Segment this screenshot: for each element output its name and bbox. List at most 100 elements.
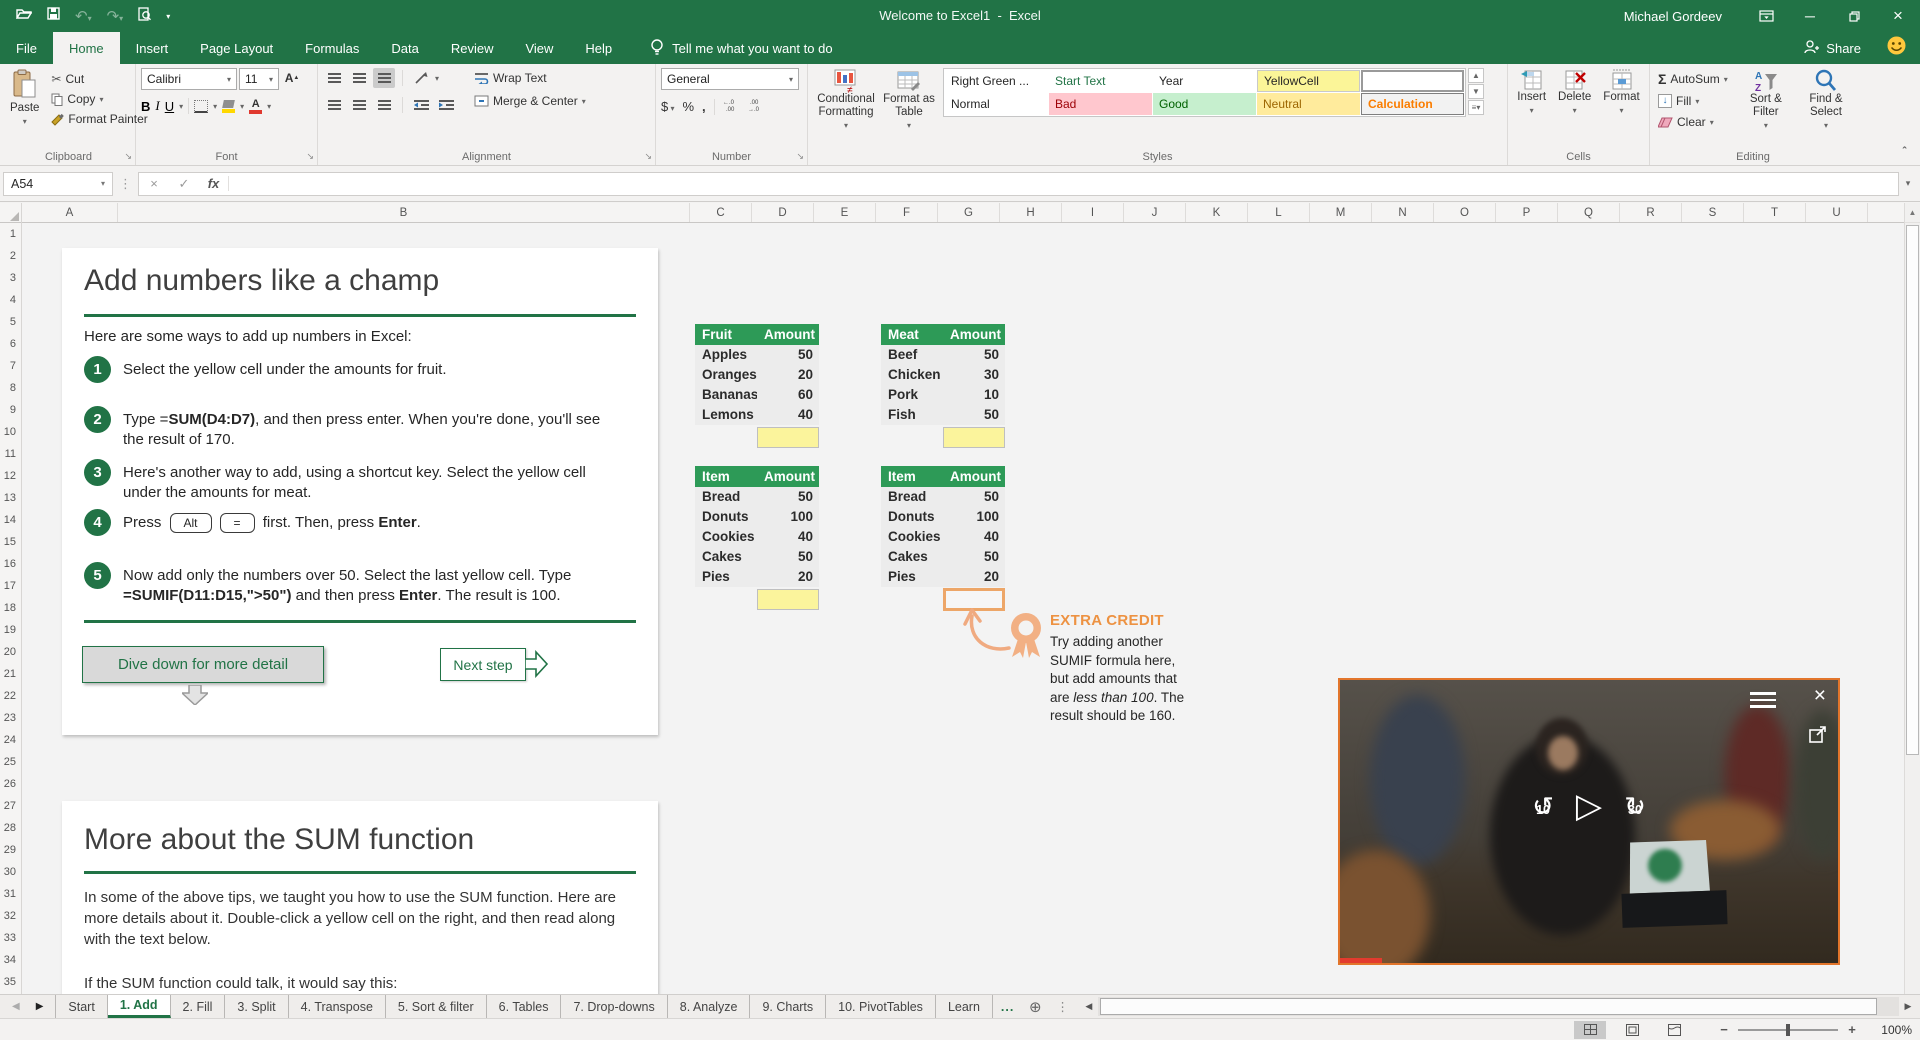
column-header-E[interactable]: E bbox=[814, 203, 876, 222]
column-header-C[interactable]: C bbox=[690, 203, 752, 222]
increase-font-size-button[interactable]: A ▲ bbox=[281, 68, 303, 88]
sheet-tab-1-add[interactable]: 1. Add bbox=[107, 995, 171, 1018]
vertical-scroll-thumb[interactable] bbox=[1906, 225, 1919, 755]
format-as-table-button[interactable]: Format as Table ▾ bbox=[879, 68, 939, 133]
ribbon-tab-review[interactable]: Review bbox=[435, 32, 510, 64]
sheet-tab-2-fill[interactable]: 2. Fill bbox=[171, 995, 226, 1018]
column-header-R[interactable]: R bbox=[1620, 203, 1682, 222]
conditional-formatting-button[interactable]: ≠ Conditional Formatting ▾ bbox=[813, 68, 879, 133]
row-header-12[interactable]: 12 bbox=[0, 465, 21, 487]
sum-target-cell-yellow[interactable] bbox=[943, 427, 1005, 448]
ribbon-tab-formulas[interactable]: Formulas bbox=[289, 32, 375, 64]
wrap-text-button[interactable]: Wrap Text bbox=[471, 70, 589, 86]
row-header-21[interactable]: 21 bbox=[0, 663, 21, 685]
row-header-19[interactable]: 19 bbox=[0, 619, 21, 641]
column-header-D[interactable]: D bbox=[752, 203, 814, 222]
cell-style-calculation[interactable]: Calculation bbox=[1361, 93, 1464, 115]
row-header-11[interactable]: 11 bbox=[0, 443, 21, 465]
comma-format-button[interactable]: , bbox=[702, 99, 706, 114]
column-header-H[interactable]: H bbox=[1000, 203, 1062, 222]
column-header-N[interactable]: N bbox=[1372, 203, 1434, 222]
row-header-4[interactable]: 4 bbox=[0, 289, 21, 311]
zoom-level[interactable]: 100% bbox=[1866, 1023, 1912, 1037]
row-header-22[interactable]: 22 bbox=[0, 685, 21, 707]
paste-button[interactable]: Paste ▾ bbox=[7, 68, 42, 147]
video-player[interactable]: × ↺ 10 ▷ ↻ 30 bbox=[1338, 678, 1840, 965]
column-header-O[interactable]: O bbox=[1434, 203, 1496, 222]
cell-style-bad[interactable]: Bad bbox=[1049, 93, 1152, 115]
increase-decimal-icon[interactable]: ←.0.00 bbox=[723, 98, 740, 115]
row-header-33[interactable]: 33 bbox=[0, 927, 21, 949]
column-header-G[interactable]: G bbox=[938, 203, 1000, 222]
column-header-S[interactable]: S bbox=[1682, 203, 1744, 222]
feedback-smiley-icon[interactable] bbox=[1887, 36, 1906, 60]
print-preview-icon[interactable] bbox=[138, 6, 152, 26]
share-button[interactable]: Share bbox=[1803, 39, 1861, 57]
ribbon-tab-help[interactable]: Help bbox=[569, 32, 628, 64]
sort-filter-button[interactable]: AZ Sort & Filter ▾ bbox=[1741, 68, 1791, 147]
percent-format-button[interactable]: % bbox=[682, 99, 694, 114]
row-header-1[interactable]: 1 bbox=[0, 223, 21, 245]
name-box[interactable]: A54 ▾ bbox=[3, 171, 113, 196]
select-all-corner[interactable] bbox=[0, 203, 22, 223]
row-header-18[interactable]: 18 bbox=[0, 597, 21, 619]
row-header-25[interactable]: 25 bbox=[0, 751, 21, 773]
row-header-27[interactable]: 27 bbox=[0, 795, 21, 817]
delete-cells-button[interactable]: Delete ▾ bbox=[1555, 68, 1594, 147]
align-left-icon[interactable] bbox=[323, 95, 345, 115]
expand-formula-bar-icon[interactable]: ▾ bbox=[1899, 172, 1917, 196]
horizontal-scrollbar[interactable]: ◀ ▶ bbox=[1080, 997, 1917, 1016]
customize-qat-icon[interactable]: ▾ bbox=[166, 12, 170, 21]
font-size-combo[interactable]: 11 ▾ bbox=[239, 68, 279, 90]
vertical-scrollbar[interactable]: ▲ bbox=[1904, 203, 1920, 994]
row-header-35[interactable]: 35 bbox=[0, 971, 21, 993]
scroll-right-icon[interactable]: ▶ bbox=[1899, 997, 1917, 1016]
fill-color-icon[interactable] bbox=[222, 99, 236, 113]
forward-30-button[interactable]: ↻ 30 bbox=[1624, 793, 1646, 819]
row-header-28[interactable]: 28 bbox=[0, 817, 21, 839]
row-header-20[interactable]: 20 bbox=[0, 641, 21, 663]
ribbon-tab-view[interactable]: View bbox=[509, 32, 569, 64]
row-header-16[interactable]: 16 bbox=[0, 553, 21, 575]
row-header-24[interactable]: 24 bbox=[0, 729, 21, 751]
ribbon-tab-file[interactable]: File bbox=[0, 32, 53, 64]
align-center-icon[interactable] bbox=[348, 95, 370, 115]
row-header-17[interactable]: 17 bbox=[0, 575, 21, 597]
undo-icon[interactable]: ↶▾ bbox=[75, 7, 92, 25]
row-header-13[interactable]: 13 bbox=[0, 487, 21, 509]
sheet-tab-learn[interactable]: Learn bbox=[936, 995, 993, 1018]
row-header-34[interactable]: 34 bbox=[0, 949, 21, 971]
close-button[interactable]: × bbox=[1876, 0, 1920, 32]
ribbon-tab-page-layout[interactable]: Page Layout bbox=[184, 32, 289, 64]
insert-cells-button[interactable]: Insert ▾ bbox=[1514, 68, 1549, 147]
cell-style-right-green[interactable]: Right Green ... bbox=[945, 70, 1048, 92]
keyboard-key-[interactable]: = bbox=[219, 513, 255, 533]
align-right-icon[interactable] bbox=[373, 95, 395, 115]
currency-format-button[interactable]: $ ▾ bbox=[661, 99, 674, 114]
row-header-6[interactable]: 6 bbox=[0, 333, 21, 355]
column-header-F[interactable]: F bbox=[876, 203, 938, 222]
column-header-K[interactable]: K bbox=[1186, 203, 1248, 222]
name-box-splitter[interactable]: ⋮ bbox=[119, 176, 132, 192]
underline-button[interactable]: U bbox=[165, 99, 174, 114]
sheet-tab-6-tables[interactable]: 6. Tables bbox=[487, 995, 562, 1018]
sheet-tab-8-analyze[interactable]: 8. Analyze bbox=[668, 995, 751, 1018]
column-header-P[interactable]: P bbox=[1496, 203, 1558, 222]
clear-button[interactable]: Clear ▾ bbox=[1655, 114, 1731, 130]
cell-style-yellowcell[interactable]: YellowCell bbox=[1257, 70, 1360, 92]
column-header-L[interactable]: L bbox=[1248, 203, 1310, 222]
row-header-26[interactable]: 26 bbox=[0, 773, 21, 795]
new-sheet-icon[interactable]: ⊕ bbox=[1022, 995, 1048, 1018]
fill-button[interactable]: ↓ Fill ▾ bbox=[1655, 93, 1731, 109]
sheet-tab-overflow[interactable]: ... bbox=[993, 995, 1022, 1018]
redo-icon[interactable]: ↷▾ bbox=[107, 7, 124, 25]
cell-style-neutral[interactable]: Neutral bbox=[1257, 93, 1360, 115]
italic-button[interactable]: I bbox=[155, 98, 159, 114]
orientation-icon[interactable] bbox=[410, 68, 432, 88]
middle-align-icon[interactable] bbox=[348, 68, 370, 88]
zoom-slider[interactable] bbox=[1738, 1023, 1838, 1036]
row-header-15[interactable]: 15 bbox=[0, 531, 21, 553]
video-close-icon[interactable]: × bbox=[1814, 684, 1826, 708]
bold-button[interactable]: B bbox=[141, 99, 150, 114]
cell-style-start-text[interactable]: Start Text bbox=[1049, 70, 1152, 92]
